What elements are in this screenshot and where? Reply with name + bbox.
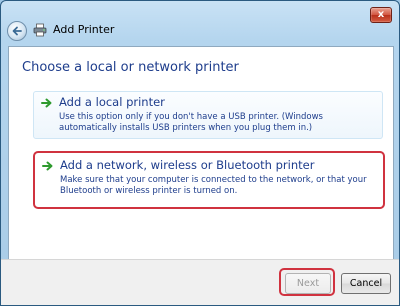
next-button[interactable]: Next (285, 273, 331, 294)
option-description: Use this option only if you don't have a… (59, 112, 323, 133)
option-description: Make sure that your computer is connecte… (60, 175, 367, 196)
green-arrow-icon (42, 161, 53, 171)
back-arrow-icon (12, 26, 22, 36)
back-button[interactable] (7, 21, 27, 41)
content-panel: Choose a local or network printer Add a … (8, 46, 394, 260)
add-local-printer-option[interactable]: Add a local printer Use this option only… (33, 91, 383, 139)
page-heading: Choose a local or network printer (22, 60, 239, 75)
cancel-button[interactable]: Cancel (341, 273, 391, 294)
add-network-printer-option[interactable]: Add a network, wireless or Bluetooth pri… (33, 151, 385, 209)
window-title: Add Printer (53, 23, 115, 36)
add-printer-window: x Add Printer Choose a local or network … (0, 0, 400, 306)
option-title: Add a network, wireless or Bluetooth pri… (60, 158, 315, 172)
option-title: Add a local printer (59, 95, 165, 109)
title-bar: Add Printer (7, 19, 387, 43)
green-arrow-icon (41, 98, 52, 108)
printer-icon (33, 23, 47, 37)
footer-bar: Next Cancel (1, 259, 399, 305)
